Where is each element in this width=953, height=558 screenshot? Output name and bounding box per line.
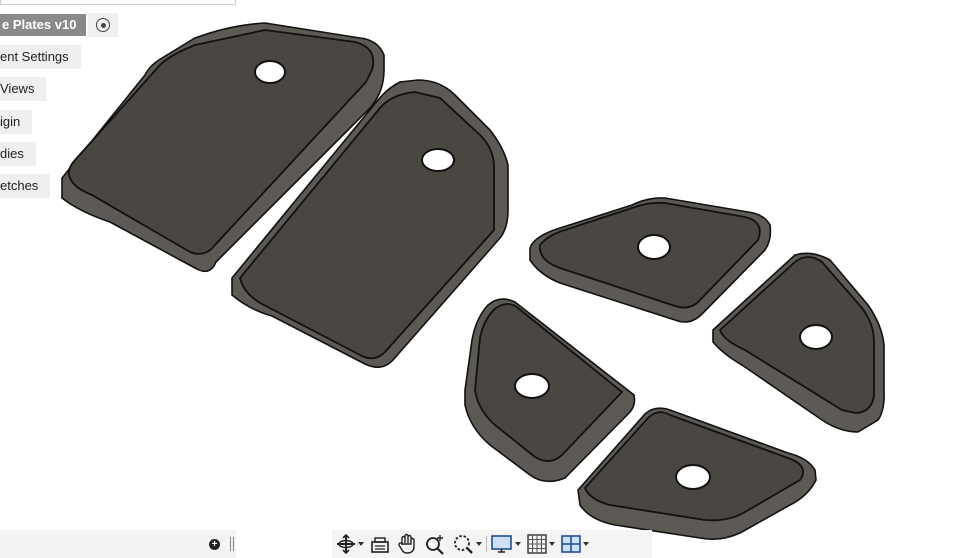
- browser-document-row[interactable]: e Plates v10: [0, 13, 119, 37]
- browser-item-document-settings[interactable]: ent Settings: [0, 45, 81, 69]
- navbar-separator: [486, 536, 487, 552]
- orbit-icon: [337, 534, 355, 554]
- browser-item-sketches[interactable]: etches: [0, 174, 51, 198]
- orbit-caret-icon[interactable]: [358, 542, 364, 546]
- plate-3[interactable]: [529, 197, 772, 323]
- grid-caret-icon[interactable]: [549, 542, 555, 546]
- display-settings-icon: [491, 535, 512, 553]
- plate-2-hole: [421, 148, 455, 172]
- viewports-icon: [561, 535, 581, 553]
- grid-settings-button[interactable]: [527, 532, 555, 556]
- active-radio-button[interactable]: [88, 13, 119, 37]
- display-caret-icon[interactable]: [515, 542, 521, 546]
- display-settings-button[interactable]: [491, 532, 521, 556]
- browser-item-origin[interactable]: igin: [0, 110, 33, 134]
- add-icon[interactable]: +: [209, 539, 220, 550]
- plate-1-hole: [254, 60, 286, 84]
- zoom-button[interactable]: [424, 532, 446, 556]
- viewports-button[interactable]: [561, 532, 589, 556]
- look-at-button[interactable]: [370, 532, 390, 556]
- grid-settings-icon: [527, 534, 547, 554]
- plate-3-hole: [637, 234, 671, 260]
- plate-4-hole: [799, 324, 833, 350]
- radio-icon: [96, 18, 111, 32]
- plate-4[interactable]: [712, 252, 885, 433]
- navigation-bar: [332, 530, 652, 558]
- document-title[interactable]: e Plates v10: [0, 14, 87, 36]
- pan-icon: [398, 533, 415, 554]
- grip-handle-icon[interactable]: [230, 537, 234, 551]
- bottom-left-strip: +: [0, 530, 236, 558]
- look-at-icon: [371, 537, 389, 553]
- zoom-caret-icon[interactable]: [476, 542, 482, 546]
- plate-5-hole: [514, 373, 550, 399]
- zoom-window-icon: [454, 535, 473, 554]
- zoom-icon: [426, 535, 444, 555]
- browser-item-bodies[interactable]: dies: [0, 142, 36, 166]
- orbit-button[interactable]: [336, 532, 364, 556]
- browser-panel: e Plates v10 ent Settings Views igin die…: [0, 0, 240, 210]
- browser-item-named-views[interactable]: Views: [0, 77, 47, 101]
- viewports-caret-icon[interactable]: [583, 542, 589, 546]
- zoom-window-button[interactable]: [452, 532, 482, 556]
- browser-header-strip: [0, 0, 236, 5]
- plate-6-hole: [675, 464, 711, 490]
- pan-button[interactable]: [396, 532, 418, 556]
